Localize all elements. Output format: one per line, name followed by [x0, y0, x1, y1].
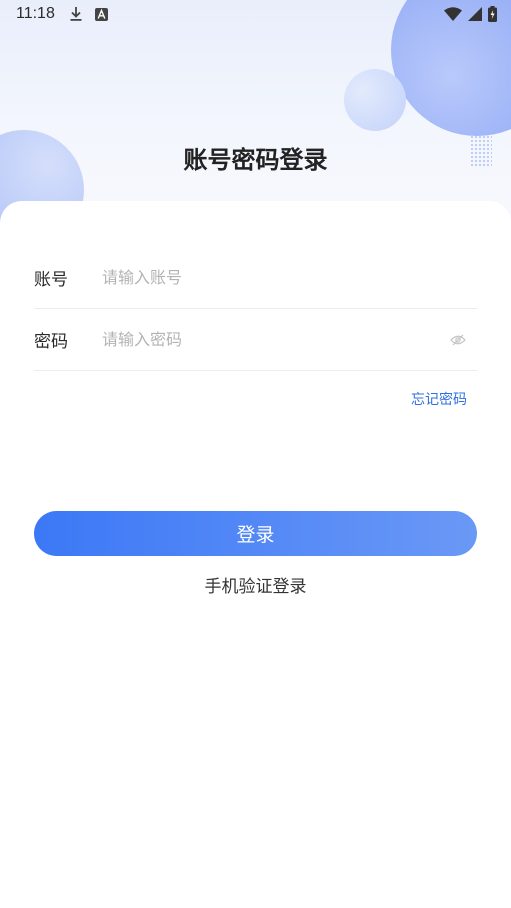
- page-title: 账号密码登录: [183, 146, 328, 174]
- password-input[interactable]: [102, 330, 443, 349]
- account-label: 账号: [34, 270, 68, 290]
- eye-off-icon: [450, 334, 466, 345]
- account-field-row: 账号: [34, 247, 477, 309]
- font-a-icon: [94, 7, 108, 21]
- decor-bubble-small: [344, 69, 406, 131]
- password-field-row: 密码: [34, 309, 477, 371]
- sms-login-link[interactable]: 手机验证登录: [0, 572, 511, 597]
- password-visibility-toggle[interactable]: [443, 325, 473, 355]
- forgot-password-link[interactable]: 忘记密码: [411, 389, 467, 409]
- password-label: 密码: [34, 332, 68, 352]
- signal-icon: [468, 7, 482, 21]
- status-bar: 11:18: [0, 0, 511, 28]
- status-time: 11:18: [16, 5, 55, 22]
- account-input[interactable]: [102, 268, 477, 287]
- wifi-icon: [444, 7, 462, 21]
- hero-background: [0, 0, 511, 230]
- login-button[interactable]: 登录: [34, 511, 477, 556]
- battery-charging-icon: [488, 6, 497, 22]
- download-icon: [69, 6, 83, 22]
